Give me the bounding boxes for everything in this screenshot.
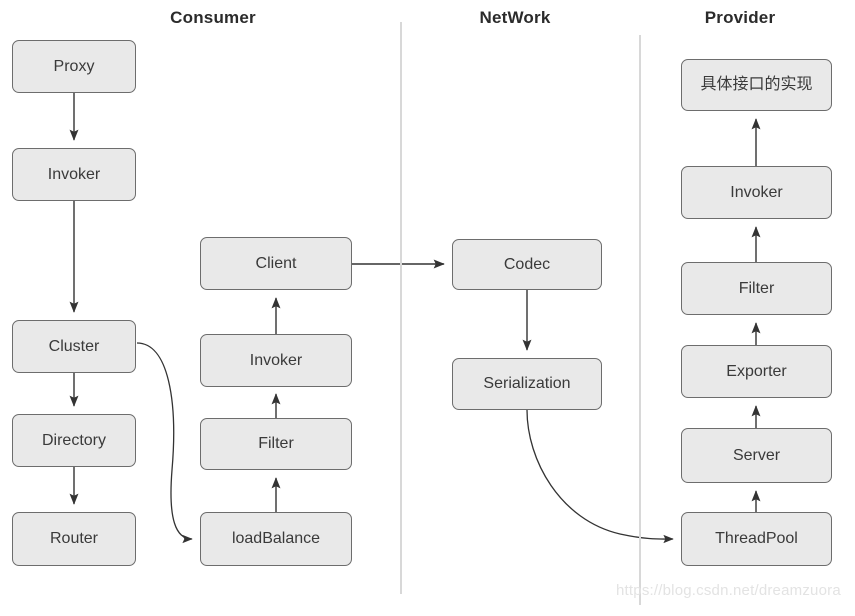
node-client[interactable]: Client: [200, 237, 352, 290]
node-provider-filter[interactable]: Filter: [681, 262, 832, 315]
node-server[interactable]: Server: [681, 428, 832, 483]
node-provider-invoker[interactable]: Invoker: [681, 166, 832, 219]
node-threadpool[interactable]: ThreadPool: [681, 512, 832, 566]
node-cluster[interactable]: Cluster: [12, 320, 136, 373]
node-directory[interactable]: Directory: [12, 414, 136, 467]
node-consumer-filter[interactable]: Filter: [200, 418, 352, 470]
node-consumer-invoker-2[interactable]: Invoker: [200, 334, 352, 387]
column-divider-consumer-network: [400, 22, 402, 594]
column-title-consumer: Consumer: [170, 8, 256, 27]
node-proxy[interactable]: Proxy: [12, 40, 136, 93]
node-serialization[interactable]: Serialization: [452, 358, 602, 410]
node-consumer-invoker[interactable]: Invoker: [12, 148, 136, 201]
edge-serialization-to-threadpool: [526, 409, 674, 544]
node-interface-implementation[interactable]: 具体接口的实现: [681, 59, 832, 111]
column-divider-network-provider: [639, 35, 641, 605]
diagram-canvas: Consumer NetWork Provider Proxy Invoker …: [0, 0, 855, 616]
node-codec[interactable]: Codec: [452, 239, 602, 290]
edge-cluster-to-loadbalance: [136, 342, 193, 544]
column-title-provider: Provider: [704, 8, 776, 27]
node-exporter[interactable]: Exporter: [681, 345, 832, 398]
node-loadbalance[interactable]: loadBalance: [200, 512, 352, 566]
column-title-network: NetWork: [479, 8, 551, 27]
watermark: https://blog.csdn.net/dreamzuora: [616, 582, 841, 599]
node-router[interactable]: Router: [12, 512, 136, 566]
